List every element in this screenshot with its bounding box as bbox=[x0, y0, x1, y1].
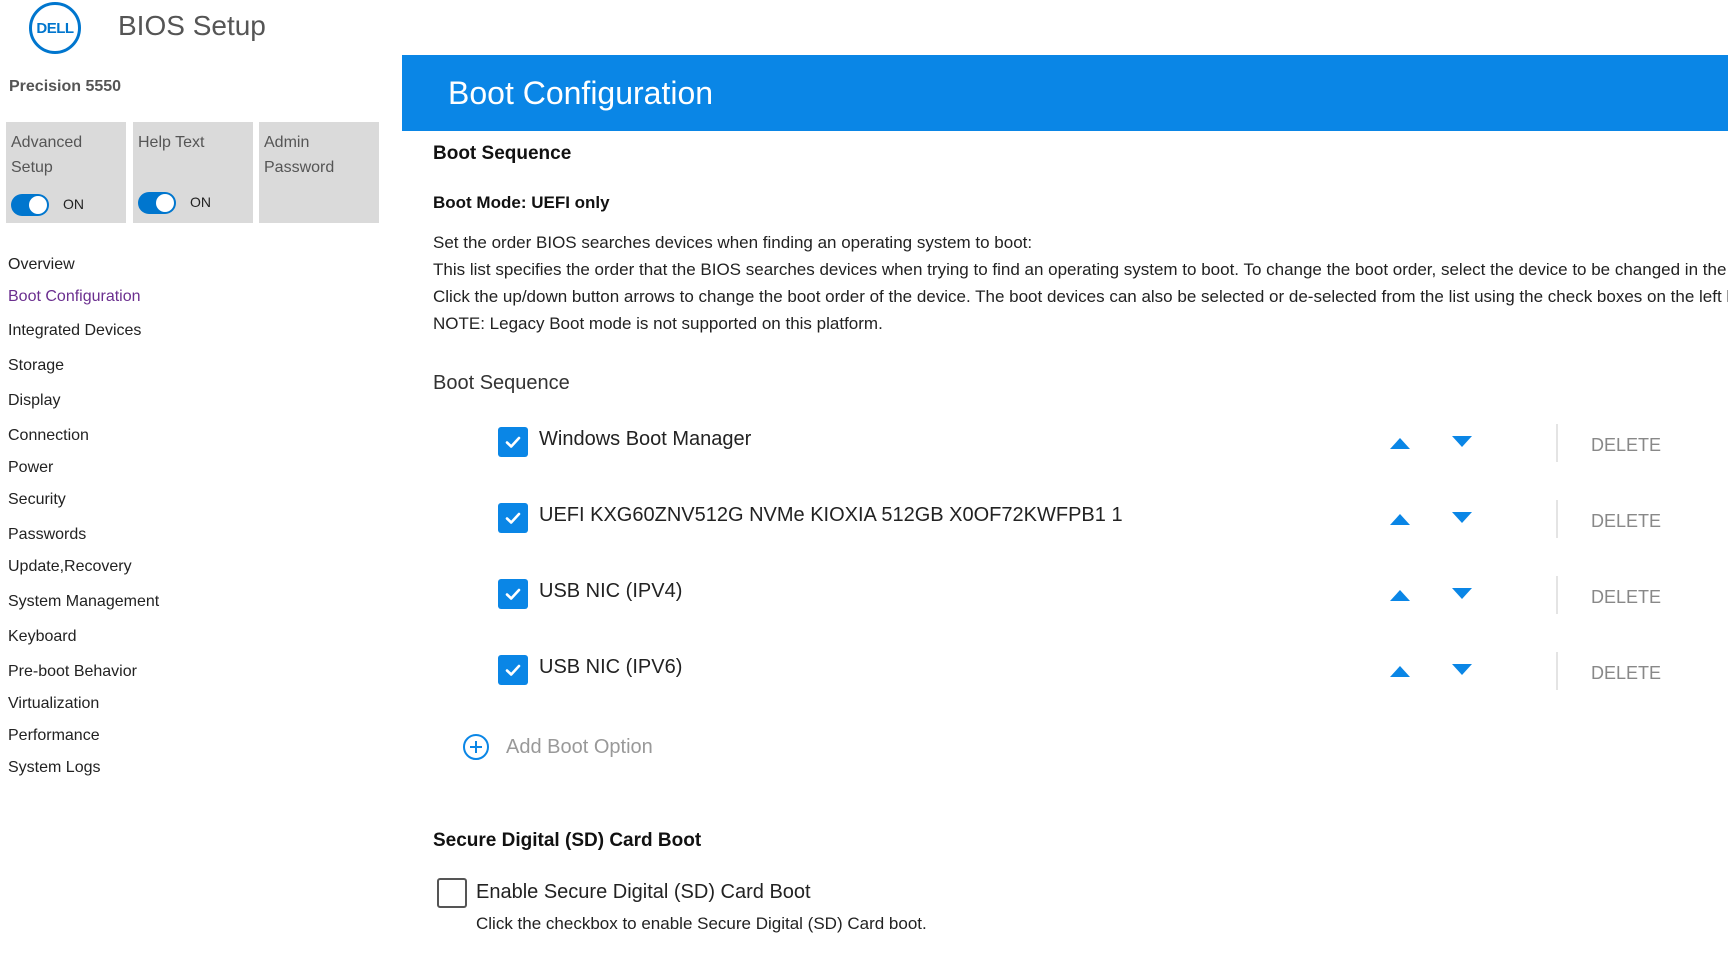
sidebar-item-display[interactable]: Display bbox=[8, 392, 60, 410]
boot-device-checkbox[interactable] bbox=[498, 655, 528, 685]
check-icon bbox=[505, 512, 521, 524]
delete-button[interactable]: DELETE bbox=[1591, 511, 1661, 532]
admin-password-tile[interactable]: Admin Password bbox=[259, 122, 379, 223]
boot-sequence-list-title: Boot Sequence bbox=[433, 372, 570, 394]
sidebar-item-system-management[interactable]: System Management bbox=[8, 593, 159, 611]
row-divider bbox=[1556, 576, 1558, 614]
delete-button[interactable]: DELETE bbox=[1591, 587, 1661, 608]
sd-card-boot-help: Click the checkbox to enable Secure Digi… bbox=[476, 914, 927, 933]
sidebar-item-power[interactable]: Power bbox=[8, 459, 53, 477]
boot-device-label: Windows Boot Manager bbox=[539, 428, 752, 450]
boot-mode-label: Boot Mode: UEFI only bbox=[433, 193, 610, 212]
boot-device-checkbox[interactable] bbox=[498, 579, 528, 609]
move-down-arrow-icon[interactable] bbox=[1452, 664, 1472, 675]
move-down-arrow-icon[interactable] bbox=[1452, 512, 1472, 523]
sidebar-item-security[interactable]: Security bbox=[8, 491, 66, 509]
sidebar-item-connection[interactable]: Connection bbox=[8, 427, 89, 445]
check-icon bbox=[505, 436, 521, 448]
boot-description-line: This list specifies the order that the B… bbox=[433, 260, 1728, 279]
dell-logo: DELL bbox=[29, 2, 81, 54]
boot-sequence-heading: Boot Sequence bbox=[433, 143, 572, 164]
sidebar-item-boot-configuration[interactable]: Boot Configuration bbox=[8, 288, 141, 306]
add-circle-icon bbox=[463, 734, 489, 760]
move-up-arrow-icon[interactable] bbox=[1390, 438, 1410, 449]
boot-device-label: USB NIC (IPV4) bbox=[539, 580, 683, 602]
sidebar-item-passwords[interactable]: Passwords bbox=[8, 526, 86, 544]
sd-card-boot-label: Enable Secure Digital (SD) Card Boot bbox=[476, 881, 811, 903]
help-text-label: Help Text bbox=[138, 134, 205, 151]
sidebar-item-pre-boot-behavior[interactable]: Pre-boot Behavior bbox=[8, 663, 137, 681]
main-content: Boot Sequence Boot Mode: UEFI only Set t… bbox=[433, 0, 1728, 972]
sidebar-item-system-logs[interactable]: System Logs bbox=[8, 759, 100, 777]
boot-device-row: UEFI KXG60ZNV512G NVMe KIOXIA 512GB X0OF… bbox=[498, 494, 1728, 542]
move-up-arrow-icon[interactable] bbox=[1390, 590, 1410, 601]
sidebar-item-update-recovery[interactable]: Update,Recovery bbox=[8, 558, 132, 576]
boot-device-checkbox[interactable] bbox=[498, 427, 528, 457]
app-title: BIOS Setup bbox=[118, 10, 266, 41]
delete-button[interactable]: DELETE bbox=[1591, 435, 1661, 456]
boot-device-row: USB NIC (IPV6) DELETE bbox=[498, 646, 1728, 694]
boot-device-checkbox[interactable] bbox=[498, 503, 528, 533]
help-text-toggle[interactable] bbox=[138, 191, 176, 214]
boot-device-label: UEFI KXG60ZNV512G NVMe KIOXIA 512GB X0OF… bbox=[539, 504, 1123, 526]
sidebar-item-integrated-devices[interactable]: Integrated Devices bbox=[8, 322, 141, 340]
advanced-setup-label: Advanced Setup bbox=[11, 134, 83, 176]
boot-description-line: NOTE: Legacy Boot mode is not supported … bbox=[433, 314, 883, 333]
sidebar-item-keyboard[interactable]: Keyboard bbox=[8, 628, 77, 646]
boot-device-row: USB NIC (IPV4) DELETE bbox=[498, 570, 1728, 618]
check-icon bbox=[505, 588, 521, 600]
add-boot-option-button[interactable]: Add Boot Option bbox=[463, 734, 653, 760]
dell-logo-text: DELL bbox=[36, 19, 74, 37]
row-divider bbox=[1556, 500, 1558, 538]
help-text-toggle-state: ON bbox=[190, 194, 211, 210]
model-name: Precision 5550 bbox=[9, 78, 122, 95]
sd-card-boot-checkbox[interactable] bbox=[437, 878, 467, 908]
add-boot-option-label: Add Boot Option bbox=[506, 735, 653, 758]
advanced-setup-tile: Advanced Setup ON bbox=[6, 122, 126, 223]
boot-description-line: Click the up/down button arrows to chang… bbox=[433, 287, 1728, 306]
boot-description-line: Set the order BIOS searches devices when… bbox=[433, 233, 1033, 252]
sidebar-item-overview[interactable]: Overview bbox=[8, 256, 75, 274]
delete-button[interactable]: DELETE bbox=[1591, 663, 1661, 684]
move-up-arrow-icon[interactable] bbox=[1390, 666, 1410, 677]
check-icon bbox=[505, 664, 521, 676]
advanced-setup-toggle-state: ON bbox=[63, 196, 84, 212]
row-divider bbox=[1556, 652, 1558, 690]
sidebar-item-virtualization[interactable]: Virtualization bbox=[8, 695, 99, 713]
advanced-setup-toggle[interactable] bbox=[11, 193, 49, 216]
admin-password-label: Admin Password bbox=[264, 134, 335, 176]
sidebar-item-performance[interactable]: Performance bbox=[8, 727, 100, 745]
move-down-arrow-icon[interactable] bbox=[1452, 436, 1472, 447]
boot-device-row: Windows Boot Manager DELETE bbox=[498, 418, 1728, 466]
row-divider bbox=[1556, 424, 1558, 462]
move-down-arrow-icon[interactable] bbox=[1452, 588, 1472, 599]
sd-card-boot-heading: Secure Digital (SD) Card Boot bbox=[433, 830, 702, 851]
boot-device-label: USB NIC (IPV6) bbox=[539, 656, 683, 678]
help-text-tile: Help Text ON bbox=[133, 122, 253, 223]
sidebar-item-storage[interactable]: Storage bbox=[8, 357, 64, 375]
move-up-arrow-icon[interactable] bbox=[1390, 514, 1410, 525]
